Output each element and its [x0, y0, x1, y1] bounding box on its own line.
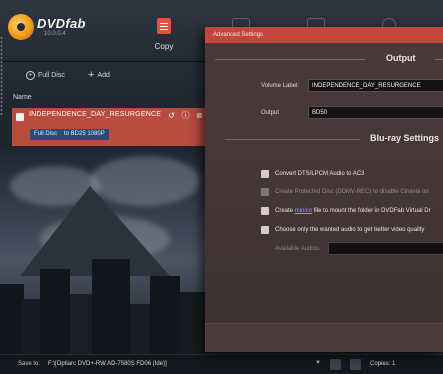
option-wanted-audio[interactable]: Choose only the wanted audio to get bett… [261, 225, 424, 234]
option-create-minico[interactable]: Create minico file to mount the folder i… [261, 206, 431, 215]
source-toolbar: • Full Disc + Add [0, 62, 205, 92]
advanced-settings-dialog: Advanced Settings Output Volume Label: I… [205, 27, 443, 352]
wanted-audio-checkbox[interactable] [261, 225, 269, 234]
save-to-label: Save to: [18, 361, 41, 367]
plus-icon: + [88, 69, 95, 81]
dialog-title: Advanced Settings [205, 27, 443, 43]
bottom-bar: Save to: F:\[Optiarc DVD+-RW AD-7580S FD… [0, 354, 443, 374]
title-checkbox[interactable] [16, 113, 24, 121]
option-protected-disc: Create Protected Disc (DDMV-REC) to disa… [261, 187, 429, 196]
option-convert-dts[interactable]: Convert DTS/LPCM Audio to AC3 [261, 169, 364, 178]
tab-copy[interactable]: Copy [141, 18, 187, 51]
protected-disc-checkbox [261, 187, 269, 196]
title-row[interactable]: INDEPENDENCE_DAY_RESURGENCE ↺ ⓘ ⊗ ⊗ Full… [12, 108, 217, 146]
disc-logo-icon [8, 14, 34, 40]
minico-link[interactable]: minico [295, 208, 312, 214]
output-select[interactable]: BD50 [308, 106, 443, 119]
iso-icon[interactable] [350, 359, 361, 370]
bluray-section-title: Blu-ray Settings [370, 133, 440, 143]
save-path-field[interactable]: F:\[Optiarc DVD+-RW AD-7580S FD06 (Ide)] [48, 361, 167, 367]
info-icon[interactable]: ⓘ [181, 111, 190, 120]
name-column-header: Name [13, 94, 32, 101]
dvdfab-logo: DVDfab 10.0.0.4 [8, 14, 85, 40]
convert-dts-label: Convert DTS/LPCM Audio to AC3 [275, 170, 365, 177]
mode-pill[interactable]: Full Disc [30, 129, 62, 140]
undo-icon[interactable]: ↺ [167, 111, 176, 120]
bluray-section-header: Blu-ray Settings [205, 133, 443, 145]
full-disc-button[interactable]: • Full Disc [26, 71, 65, 80]
wanted-audio-label: Choose only the wanted audio to get bett… [275, 226, 425, 233]
protected-disc-label: Create Protected Disc (DDMV-REC) to disa… [275, 188, 429, 195]
output-section-header: Output [205, 53, 443, 65]
volume-label-label: Volume Label: [261, 83, 300, 89]
available-audios-label: Available Audios: [275, 246, 321, 252]
copy-icon [157, 18, 171, 34]
save-path-dropdown-icon[interactable]: ▼ [315, 360, 321, 366]
title-name: INDEPENDENCE_DAY_RESURGENCE [29, 111, 162, 118]
folder-icon[interactable] [330, 359, 341, 370]
copies-selector[interactable]: Copies: 1 [370, 361, 395, 367]
add-label: Add [97, 72, 110, 79]
full-disc-label: Full Disc [38, 72, 65, 79]
add-button[interactable]: + Add [88, 69, 110, 81]
create-minico-checkbox[interactable] [261, 206, 269, 215]
app-version: 10.0.0.4 [44, 31, 66, 37]
target-pill[interactable]: to BD25 1080P [60, 129, 109, 140]
available-audios-list[interactable] [328, 242, 443, 255]
volume-label-input[interactable]: INDEPENDENCE_DAY_RESURGENCE [308, 79, 443, 92]
logo-text: DVDfab [37, 16, 86, 31]
output-label: Output [261, 110, 280, 116]
create-minico-label: Create minico file to mount the folder i… [275, 207, 431, 214]
tab-copy-label: Copy [154, 42, 174, 51]
dialog-body: Output Volume Label: INDEPENDENCE_DAY_RE… [205, 43, 443, 323]
dialog-footer [205, 323, 443, 352]
convert-dts-checkbox[interactable] [261, 169, 269, 178]
disc-mode-icon: • [26, 71, 35, 80]
output-section-title: Output [386, 53, 416, 63]
settings-icon[interactable]: ⊗ [195, 111, 204, 120]
backdrop-image [0, 146, 205, 354]
